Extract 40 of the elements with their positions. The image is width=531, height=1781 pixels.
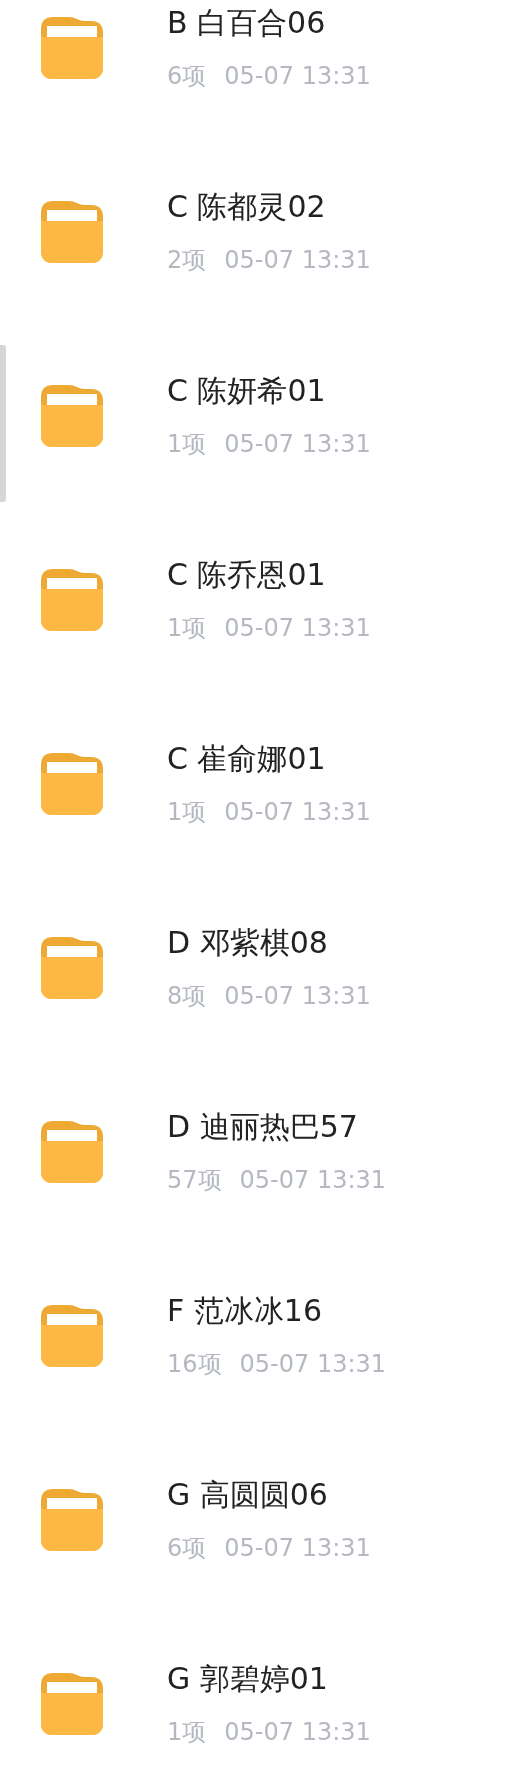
folder-icon: [41, 1673, 103, 1735]
folder-name[interactable]: F 范冰冰16: [167, 1291, 387, 1331]
item-count: 8项: [167, 981, 207, 1012]
item-count: 1项: [167, 797, 207, 828]
folder-icon: [41, 1305, 103, 1367]
folder-name[interactable]: C 陈都灵02: [167, 187, 371, 227]
item-count: 6项: [167, 61, 207, 92]
item-count: 1项: [167, 429, 207, 460]
folder-icon: [41, 1489, 103, 1551]
folder-name[interactable]: C 陈乔恩01: [167, 555, 371, 595]
modified-time: 05-07 13:31: [224, 1533, 371, 1564]
folder-icon: [41, 937, 103, 999]
modified-time: 05-07 13:31: [239, 1165, 387, 1196]
folder-name[interactable]: B 白百合06: [167, 3, 371, 43]
folder-icon: [41, 753, 103, 815]
folder-icon: [41, 385, 103, 447]
item-count: 1项: [167, 613, 207, 644]
folder-icon: [41, 201, 103, 263]
modified-time: 05-07 13:31: [224, 1717, 371, 1748]
item-count: 16项: [167, 1349, 222, 1380]
modified-time: 05-07 13:31: [239, 1349, 387, 1380]
modified-time: 05-07 13:31: [224, 797, 371, 828]
folder-icon: [41, 1121, 103, 1183]
item-count: 2项: [167, 245, 207, 276]
folder-name[interactable]: G 高圆圆06: [167, 1475, 371, 1515]
folder-name[interactable]: D 迪丽热巴57: [167, 1107, 387, 1147]
folder-name[interactable]: G 郭碧婷01: [167, 1659, 371, 1699]
folder-name[interactable]: C 崔俞娜01: [167, 739, 371, 779]
item-count: 57项: [167, 1165, 222, 1196]
modified-time: 05-07 13:31: [224, 429, 371, 460]
modified-time: 05-07 13:31: [224, 613, 371, 644]
item-count: 6项: [167, 1533, 207, 1564]
modified-time: 05-07 13:31: [224, 981, 371, 1012]
modified-time: 05-07 13:31: [224, 61, 371, 92]
folder-name[interactable]: D 邓紫棋08: [167, 923, 371, 963]
folder-icon: [41, 569, 103, 631]
folder-icon: [41, 17, 103, 79]
item-count: 1项: [167, 1717, 207, 1748]
modified-time: 05-07 13:31: [224, 245, 371, 276]
folder-name[interactable]: C 陈妍希01: [167, 371, 371, 411]
